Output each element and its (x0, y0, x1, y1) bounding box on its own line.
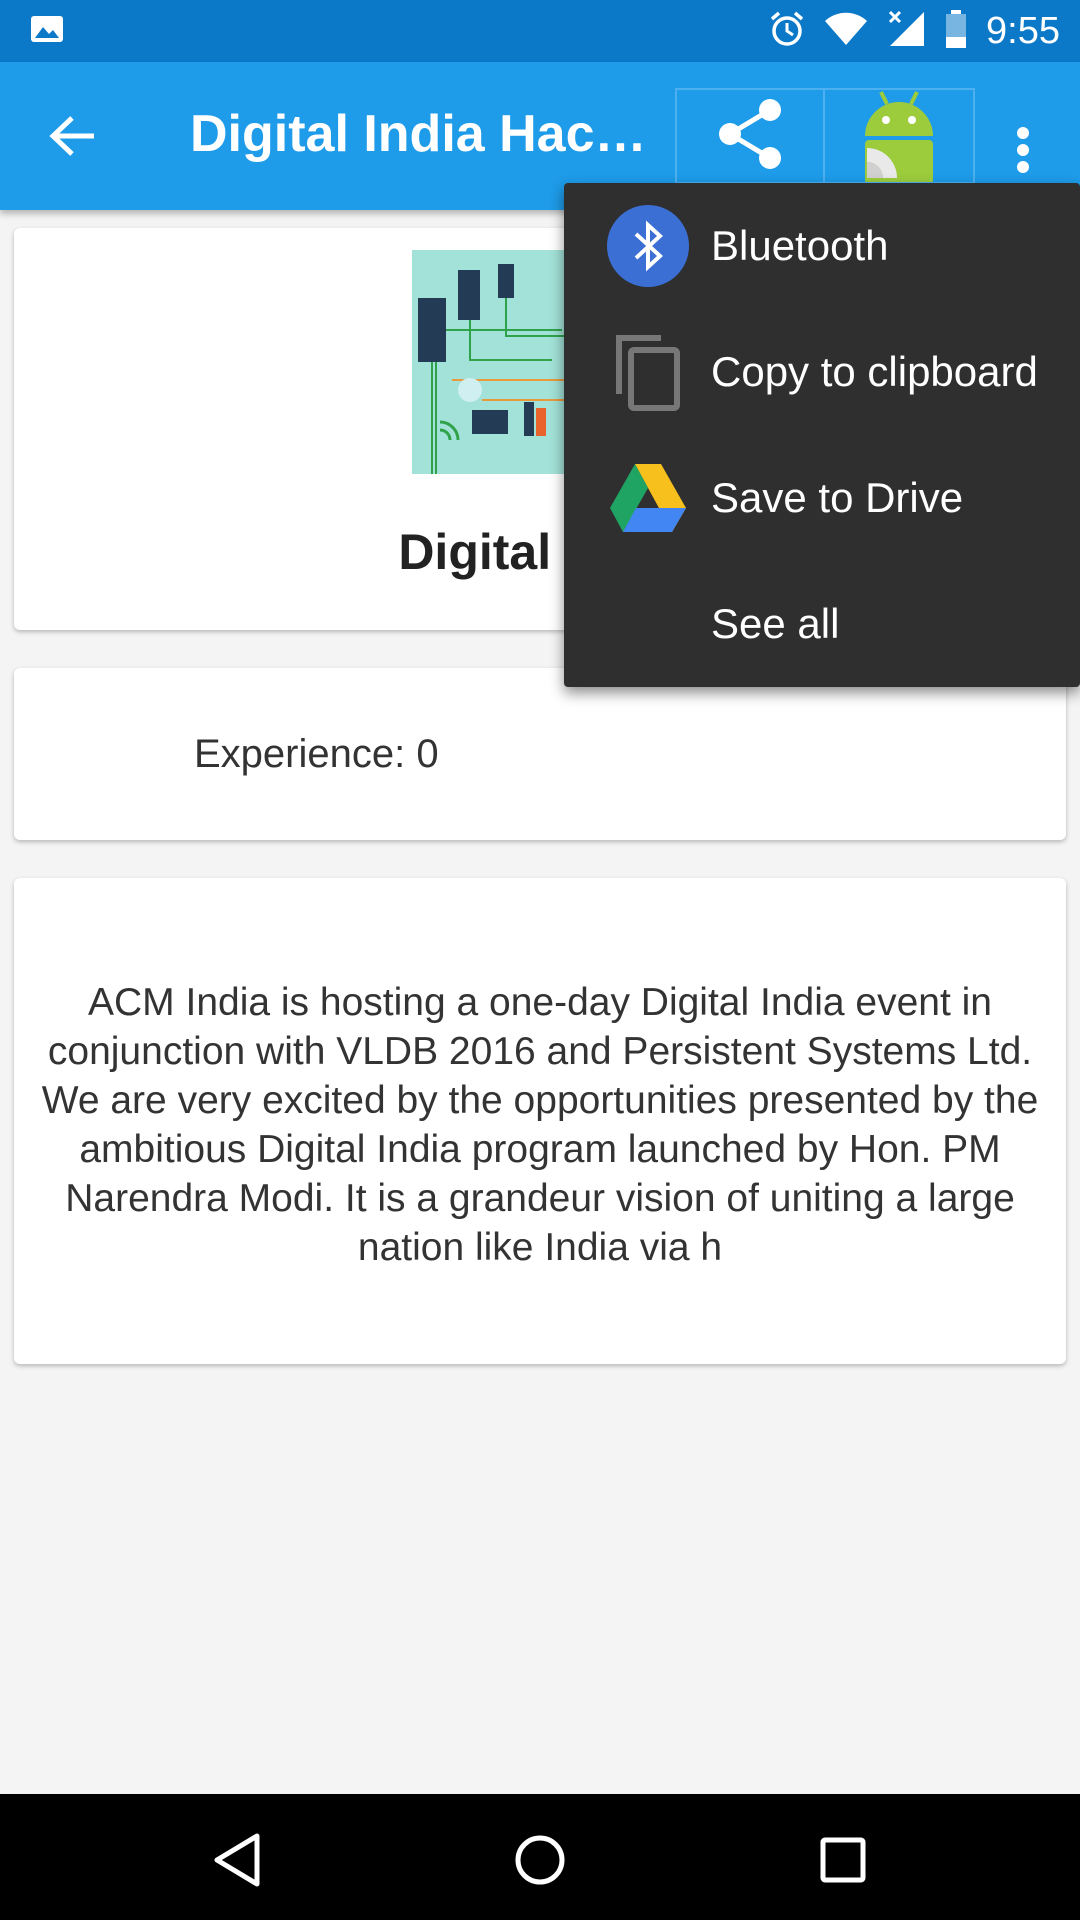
nav-back-button[interactable] (197, 1822, 277, 1902)
arrow-left-icon (48, 114, 96, 163)
copy-icon (606, 330, 690, 414)
nav-recents-button[interactable] (803, 1822, 883, 1902)
menu-item-label: Copy to clipboard (711, 348, 1038, 395)
gallery-icon (30, 15, 64, 48)
more-vert-icon (1016, 126, 1030, 179)
status-bar: 9:55 (0, 0, 1080, 62)
square-recents-icon (820, 1837, 866, 1888)
menu-item-save-drive[interactable]: Save to Drive (564, 435, 1080, 561)
share-recent-app-button[interactable] (825, 88, 973, 184)
share-icon (716, 98, 784, 175)
description-card: ACM India is hosting a one-day Digital I… (14, 878, 1066, 1364)
menu-item-label: Save to Drive (711, 474, 964, 521)
event-description: ACM India is hosting a one-day Digital I… (41, 981, 1039, 1269)
menu-item-label: See all (711, 600, 840, 647)
android-icon (859, 88, 939, 184)
circle-home-icon (514, 1834, 566, 1891)
menu-item-copy-clipboard[interactable]: Copy to clipboard (564, 309, 1080, 435)
status-time: 9:55 (986, 9, 1060, 52)
triangle-back-icon (213, 1833, 261, 1892)
nav-home-button[interactable] (500, 1822, 580, 1902)
share-button[interactable] (677, 88, 825, 184)
bluetooth-icon (606, 204, 690, 288)
overflow-menu-button[interactable] (1000, 112, 1046, 192)
experience-text: Experience: 0 (194, 732, 439, 776)
google-drive-icon (606, 456, 690, 540)
menu-item-see-all[interactable]: See all (564, 561, 1080, 687)
menu-item-label: Bluetooth (711, 222, 889, 269)
page-title: Digital India Hack… (190, 105, 650, 163)
share-action-group (675, 88, 975, 184)
share-popup-menu: Bluetooth Copy to clipboard Save to Driv… (564, 183, 1080, 687)
navigation-bar (0, 1794, 1080, 1920)
battery-icon (944, 9, 968, 54)
experience-card: Experience: 0 (14, 668, 1066, 840)
wifi-icon (824, 11, 868, 52)
alarm-icon (768, 10, 806, 53)
signal-icon (886, 10, 926, 53)
back-button[interactable] (40, 106, 104, 170)
menu-item-bluetooth[interactable]: Bluetooth (564, 183, 1080, 309)
